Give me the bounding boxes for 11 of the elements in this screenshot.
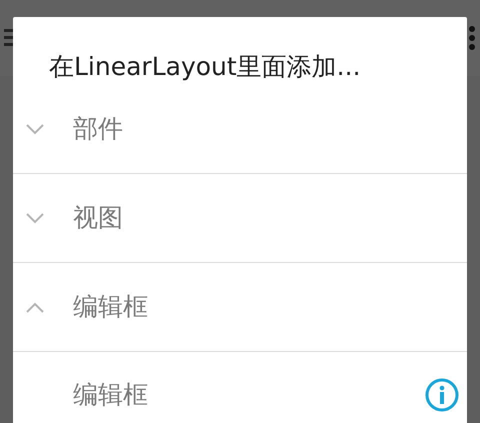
dialog-title: 在LinearLayout里面添加... <box>48 51 362 83</box>
group-label: 部件 <box>73 113 123 146</box>
item-label: 编辑框 <box>73 379 148 412</box>
more-options-icon[interactable] <box>468 25 476 51</box>
info-icon[interactable] <box>425 378 459 412</box>
group-label: 视图 <box>73 202 123 234</box>
chevron-up-icon <box>26 302 44 312</box>
list-item[interactable]: 编辑框 <box>13 352 467 423</box>
group-label: 编辑框 <box>73 291 148 324</box>
chevron-down-icon <box>26 212 44 224</box>
chevron-down-icon <box>26 124 44 134</box>
